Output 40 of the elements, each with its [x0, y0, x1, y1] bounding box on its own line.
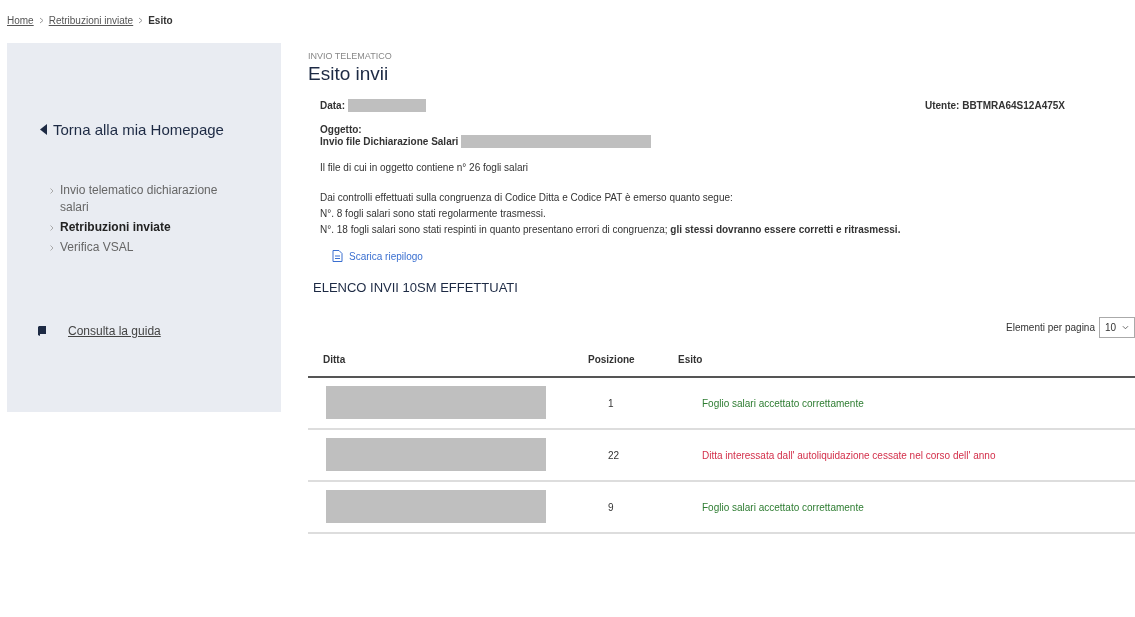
chevron-right-icon — [50, 245, 54, 251]
current-page-label: Esito — [148, 14, 173, 26]
table-cell-text: 1 — [607, 397, 615, 409]
table-cell: Foglio salari accettato correttamente — [702, 397, 864, 409]
subject-text: Invio file Dichiarazione Salari — [320, 136, 459, 147]
sidebar-item[interactable]: Retribuzioni inviate — [50, 219, 240, 236]
user-code: Utente: BBTMRA64S12A475X — [924, 100, 1065, 112]
check-result-text: Dai controlli effettuati sulla congruenza di Codice Ditta e Codice PAT è emerso quanto segue: — [320, 191, 734, 205]
column-header: Ditta — [322, 353, 347, 365]
check-result-text: N°. 8 fogli salari sono stati regolarmente trasmessi. — [320, 207, 547, 221]
breadcrumb-link[interactable]: Retribuzioni inviate — [48, 14, 134, 26]
book-icon — [38, 326, 46, 336]
table-cell-text: 9 — [607, 501, 615, 513]
subject-label: Oggetto: — [320, 124, 363, 135]
download-link[interactable]: Scarica riepilogo — [332, 250, 1135, 262]
chevron-right-icon — [50, 188, 54, 194]
column-header: Esito — [678, 353, 704, 365]
page-title: Esito invii — [308, 63, 390, 85]
page-size-select[interactable]: 10 — [1099, 317, 1135, 338]
sidebar-item[interactable]: Verifica VSAL — [50, 239, 240, 256]
triangle-left-icon — [40, 124, 47, 135]
guide-link[interactable]: Consulta la guida — [68, 324, 161, 338]
page-size-label: Elementi per pagina — [1006, 322, 1095, 333]
caret-icon — [1122, 325, 1129, 330]
section-label: INVIO TELEMATICO — [308, 51, 393, 61]
sidebar-item[interactable]: Invio telematico dichiarazione salari — [50, 182, 240, 216]
table-cell: Ditta interessata dall' autoliquidazione cessate nel corso dell' anno — [702, 449, 996, 461]
date-label: Data: — [320, 100, 345, 111]
back-link[interactable]: Torna alla mia Homepage — [40, 121, 281, 138]
file-info-text: Il file di cui in oggetto contiene n° 26 fogli salari — [320, 161, 529, 175]
table-cell: Foglio salari accettato correttamente — [702, 501, 864, 513]
breadcrumb-separator-icon — [138, 16, 144, 24]
check-result-text: N°. 18 fogli salari sono stati respinti in quanto presentano errori di congruenza; gli stessi dovranno essere corretti e ritrasmessi. — [320, 223, 902, 237]
breadcrumb-separator-icon — [38, 16, 44, 24]
breadcrumb-link[interactable]: Home — [7, 14, 34, 26]
table-cell-text: 22 — [607, 449, 621, 461]
chevron-right-icon — [50, 225, 54, 231]
column-header: Posizione — [588, 353, 636, 365]
document-icon — [332, 250, 343, 262]
list-title: ELENCO INVII 10SM EFFETTUATI — [313, 280, 519, 295]
